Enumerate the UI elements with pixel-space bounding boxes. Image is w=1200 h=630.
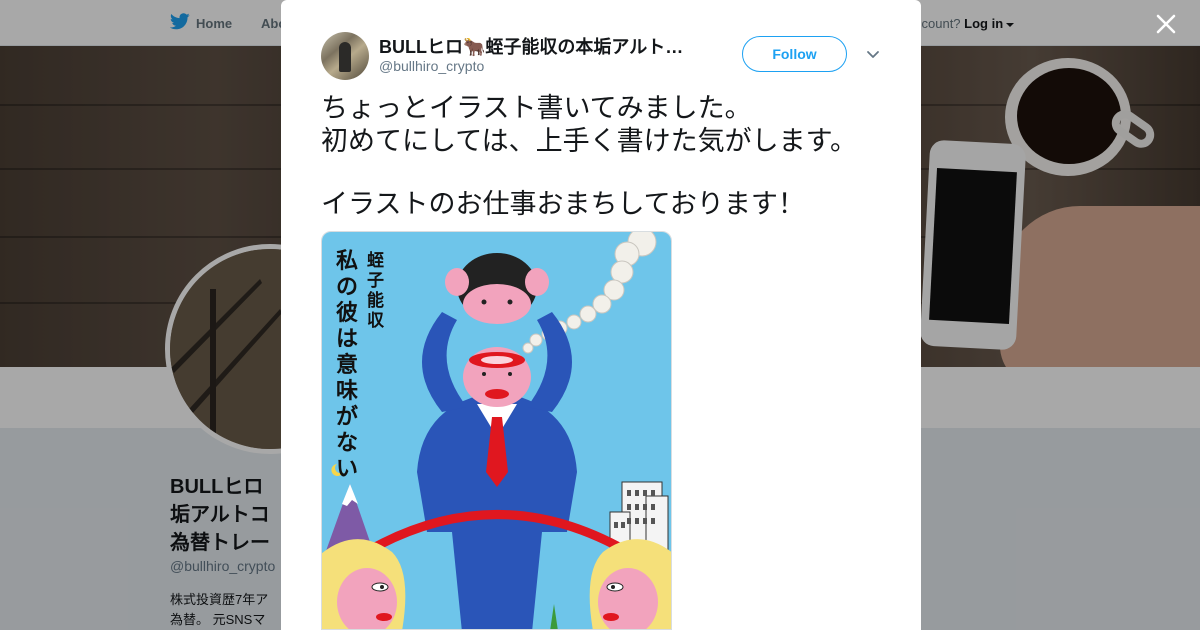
illustration-title-char: 彼 xyxy=(336,300,358,326)
follow-button[interactable]: Follow xyxy=(742,36,847,72)
illustration-title-char: は xyxy=(336,327,358,352)
illustration-subtitle-char: 蛭 xyxy=(367,250,384,271)
tweet-author-avatar[interactable] xyxy=(321,32,369,80)
illustration-subtitle-char: 収 xyxy=(367,311,385,331)
tweet-modal: BULLヒロ🐂蛭子能収の本垢アルト… @bullhiro_crypto Foll… xyxy=(281,0,921,630)
close-icon[interactable] xyxy=(1154,12,1178,36)
chevron-down-icon[interactable] xyxy=(863,44,883,64)
illustration-title-char: 私 xyxy=(336,249,358,274)
illustration-title-char: 味 xyxy=(336,379,358,404)
tweet-text-line: ちょっとイラスト書いてみました。 xyxy=(321,93,752,124)
illustration-subtitle-char: 子 xyxy=(367,271,384,291)
illustration-title-char: な xyxy=(336,431,358,456)
tweet-author-name[interactable]: BULLヒロ🐂蛭子能収の本垢アルト… xyxy=(379,33,709,59)
illustration-subtitle-char: 能 xyxy=(367,290,384,311)
tweet-author-handle[interactable]: @bullhiro_crypto xyxy=(379,58,484,74)
illustration-title-char: 意 xyxy=(336,352,358,378)
tweet-text-line xyxy=(321,158,891,188)
tweet-text-line: イラストのお仕事おまちしております！ xyxy=(321,189,805,220)
illustration-title-char: が xyxy=(336,404,358,430)
illustration-title-char: の xyxy=(336,275,358,300)
illustration-title-char: い xyxy=(336,457,358,482)
tweet-text-line: 初めてにしては、上手く書けた気がします。 xyxy=(321,126,857,157)
tweet-text: ちょっとイラスト書いてみました。 初めてにしては、上手く書けた気がします。 イラ… xyxy=(321,92,891,221)
tweet-image[interactable]: 蛭 子 能 収 私 の 彼 は 意 味 が な い xyxy=(321,231,672,630)
